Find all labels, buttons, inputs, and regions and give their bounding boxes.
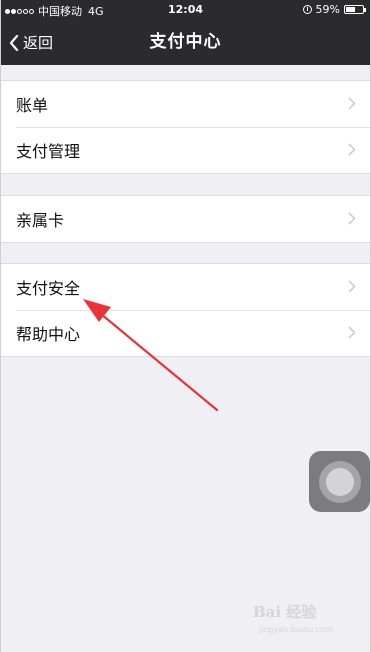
menu-item-label: 亲属卡 <box>16 211 65 230</box>
assistive-touch-button[interactable] <box>309 451 370 512</box>
menu-item-help-center[interactable]: 帮助中心 <box>1 310 370 356</box>
menu-item-bill[interactable]: 账单 <box>1 81 370 127</box>
menu-item-label: 支付管理 <box>16 142 81 161</box>
assistive-touch-ring <box>318 460 361 503</box>
menu-item-payment-security[interactable]: 支付安全 <box>1 264 370 310</box>
menu-item-family-card[interactable]: 亲属卡 <box>1 196 370 242</box>
menu-item-payment-management[interactable]: 支付管理 <box>1 127 370 173</box>
page-title: 支付中心 <box>149 32 222 52</box>
menu-group-1: 账单 支付管理 <box>1 80 370 174</box>
watermark-url: jingyan.baidu.com <box>259 625 333 634</box>
battery-icon <box>344 5 366 14</box>
menu-item-label: 帮助中心 <box>16 325 81 344</box>
watermark-logo: Bai 经验 <box>253 603 317 621</box>
menu-group-3: 支付安全 帮助中心 <box>1 263 370 357</box>
battery-percent: 59% <box>315 3 340 16</box>
menu-item-label: 支付安全 <box>16 279 81 298</box>
chevron-right-icon <box>348 212 356 225</box>
assistive-touch-core <box>325 467 354 496</box>
chevron-right-icon <box>348 97 356 110</box>
status-right: 59% <box>302 3 366 16</box>
status-bar: 中国移动 4G 12:04 59% <box>1 0 370 20</box>
battery-tip <box>364 8 366 12</box>
menu-item-label: 账单 <box>16 96 49 115</box>
navigation-bar: 返回 支付中心 <box>1 20 370 65</box>
menu-group-2: 亲属卡 <box>1 195 370 243</box>
chevron-right-icon <box>348 143 356 156</box>
rotation-lock-icon <box>302 5 312 14</box>
payment-center-screen: 中国移动 4G 12:04 59% 返回 支付中心 账单 支付管理 亲属卡 支付… <box>0 0 371 652</box>
chevron-right-icon <box>348 280 356 293</box>
battery-fill <box>346 7 356 12</box>
chevron-right-icon <box>348 326 356 339</box>
